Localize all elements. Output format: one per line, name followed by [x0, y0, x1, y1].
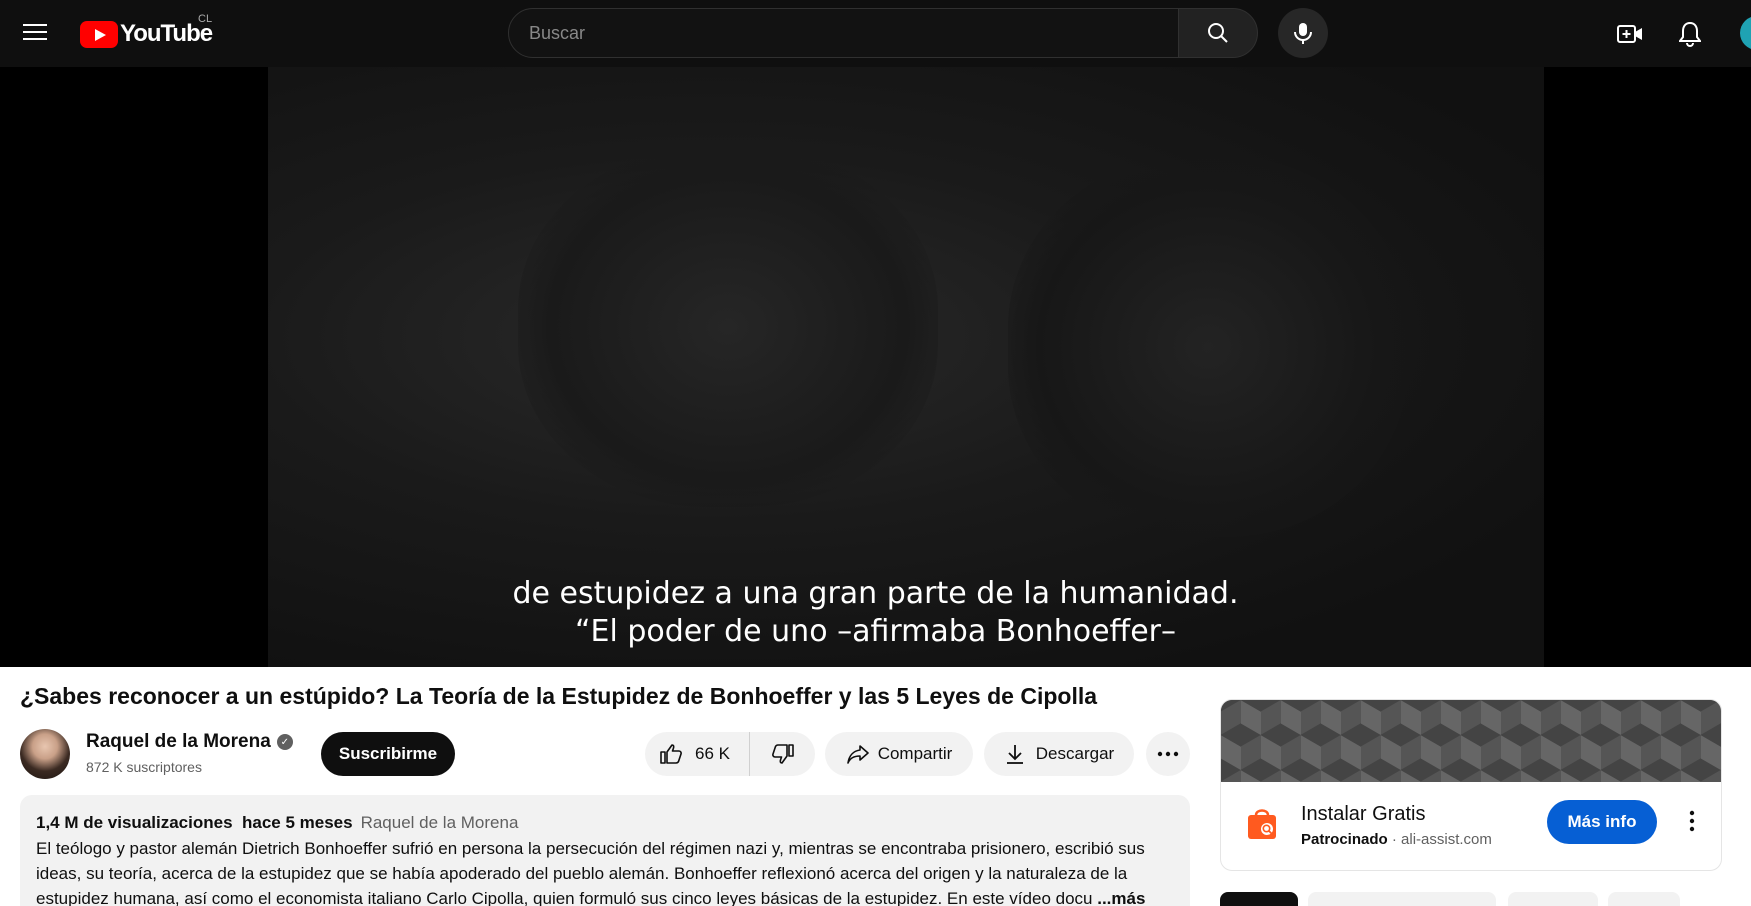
more-actions-button[interactable] — [1146, 732, 1190, 776]
video-add-icon — [1617, 25, 1642, 43]
country-code: CL — [198, 13, 213, 25]
video-content-right — [1008, 157, 1408, 537]
ad-banner-image[interactable] — [1221, 700, 1721, 782]
share-label: Compartir — [877, 744, 953, 763]
top-bar: YouTube CL — [0, 0, 1751, 67]
create-button[interactable] — [1610, 14, 1650, 54]
filter-chip[interactable] — [1508, 892, 1598, 906]
filter-chip[interactable] — [1608, 892, 1680, 906]
thumbs-up-icon — [660, 744, 682, 764]
ad-subtitle: Patrocinado · ali-assist.com — [1301, 831, 1492, 848]
description-line: ideas, su teoría, acerca de la estupidez… — [36, 864, 1128, 883]
search-input[interactable] — [529, 22, 1179, 44]
youtube-logo[interactable]: YouTube — [80, 19, 213, 49]
thumbs-down-icon — [771, 744, 794, 764]
download-button[interactable]: Descargar — [984, 732, 1134, 776]
upload-age: hace 5 meses — [241, 813, 353, 832]
description-line: El teólogo y pastor alemán Dietrich Bonh… — [36, 839, 1145, 858]
ad-menu-button[interactable] — [1677, 806, 1707, 836]
description-channel-link[interactable]: Raquel de la Morena — [361, 813, 519, 832]
search-box — [508, 8, 1180, 58]
more-vertical-icon — [1689, 810, 1695, 832]
share-icon — [846, 745, 869, 764]
youtube-play-icon — [80, 20, 118, 48]
ad-title[interactable]: Instalar Gratis — [1301, 803, 1425, 826]
ad-card[interactable]: Instalar Gratis Patrocinado · ali-assist… — [1220, 699, 1722, 871]
search-icon — [1208, 23, 1228, 43]
channel-avatar[interactable] — [20, 729, 70, 779]
channel-name-row[interactable]: Raquel de la Morena ✓ — [86, 731, 293, 753]
download-icon — [1006, 745, 1023, 764]
video-title: ¿Sabes reconocer a un estúpido? La Teorí… — [20, 683, 1098, 709]
filter-chip-active[interactable] — [1220, 892, 1298, 906]
like-dislike-group: 66 K — [645, 732, 815, 776]
search-button[interactable] — [1178, 8, 1258, 58]
shopping-bag-icon — [1248, 809, 1276, 839]
like-button[interactable]: 66 K — [645, 732, 750, 776]
video-content-left — [518, 147, 938, 507]
video-player[interactable]: de estupidez a una gran parte de la huma… — [0, 67, 1751, 667]
ad-domain: ali-assist.com — [1401, 831, 1492, 848]
more-horizontal-icon — [1157, 751, 1179, 757]
captions: de estupidez a una gran parte de la huma… — [0, 575, 1751, 651]
subscriber-count: 872 K suscriptores — [86, 759, 202, 775]
voice-search-button[interactable] — [1278, 8, 1328, 58]
filter-chip[interactable] — [1308, 892, 1496, 906]
like-count: 66 K — [695, 744, 730, 763]
view-count: 1,4 M de visualizaciones — [36, 813, 233, 832]
description-meta: 1,4 M de visualizaciones hace 5 meses Raq… — [36, 813, 1174, 833]
verified-icon: ✓ — [276, 734, 293, 750]
microphone-icon — [1294, 23, 1312, 44]
ad-cta-button[interactable]: Más info — [1547, 800, 1657, 844]
description-box[interactable]: 1,4 M de visualizaciones hace 5 meses Raq… — [20, 795, 1190, 906]
share-button[interactable]: Compartir — [825, 732, 973, 776]
description-line: estupidez humana, así como el economista… — [36, 889, 1093, 906]
dislike-button[interactable] — [750, 732, 815, 776]
caption-line-1: de estupidez a una gran parte de la huma… — [512, 576, 1239, 611]
subscribe-button[interactable]: Suscribirme — [321, 732, 455, 776]
description-text: El teólogo y pastor alemán Dietrich Bonh… — [36, 836, 1174, 906]
notifications-button[interactable] — [1670, 14, 1710, 54]
show-more-link[interactable]: ...más — [1097, 889, 1145, 906]
sponsored-label: Patrocinado — [1301, 831, 1388, 848]
download-label: Descargar — [1035, 744, 1115, 763]
caption-line-2: “El poder de uno –afirmaba Bonhoeffer– — [575, 614, 1176, 649]
channel-name[interactable]: Raquel de la Morena — [86, 731, 271, 753]
description-line-last: estupidez humana, así como el economista… — [36, 886, 1174, 906]
account-avatar[interactable] — [1740, 16, 1751, 50]
menu-icon[interactable] — [20, 19, 50, 49]
bell-icon — [1679, 21, 1701, 47]
